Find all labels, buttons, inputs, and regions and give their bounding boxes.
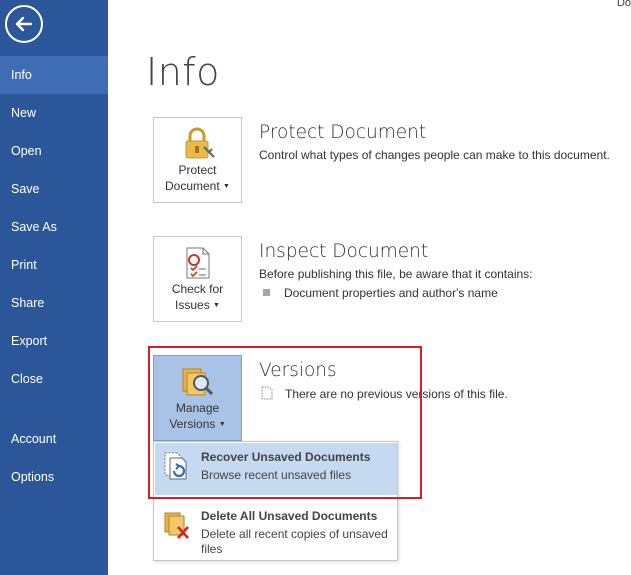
check-issues-label-line2: Issues [175, 298, 210, 312]
nav-share[interactable]: Share [0, 284, 108, 322]
inspect-bullet: Document properties and author's name [284, 286, 498, 300]
nav-new[interactable]: New [0, 94, 108, 132]
inspect-title: Inspect Document [259, 241, 429, 262]
nav-export[interactable]: Export [0, 322, 108, 360]
bullet-square-icon [263, 289, 270, 296]
nav-account[interactable]: Account [0, 420, 108, 458]
nav-open[interactable]: Open [0, 132, 108, 170]
nav-save-as[interactable]: Save As [0, 208, 108, 246]
check-issues-label-line1: Check for [171, 282, 224, 296]
dropdown-caret-icon: ▼ [223, 183, 230, 190]
window-title-fragment: Do [616, 0, 631, 9]
protect-button-label-line2: Document [165, 179, 220, 193]
backstage-sidebar: Info New Open Save Save As Print Share E… [0, 0, 108, 575]
nav-save[interactable]: Save [0, 170, 108, 208]
page-title: Info [146, 50, 220, 94]
nav-options[interactable]: Options [0, 458, 108, 496]
delete-item-description: Delete all recent copies of unsaved file… [201, 527, 388, 556]
lock-icon [185, 127, 215, 159]
protect-description: Control what types of changes people can… [259, 148, 610, 162]
delete-item-title: Delete All Unsaved Documents [201, 509, 378, 523]
dropdown-caret-icon: ▼ [213, 302, 220, 309]
annotation-highlight-box [148, 346, 422, 499]
delete-unsaved-documents-item[interactable]: Delete All Unsaved Documents Delete all … [155, 502, 397, 560]
nav-info[interactable]: Info [0, 56, 108, 94]
nav-close[interactable]: Close [0, 360, 108, 398]
check-for-issues-button[interactable]: Check for Issues ▼ [153, 236, 242, 322]
protect-title: Protect Document [259, 122, 427, 143]
inspect-description: Before publishing this file, be aware th… [259, 267, 533, 281]
protect-document-button[interactable]: Protect Document ▼ [153, 117, 242, 203]
protect-button-label-line1: Protect [178, 163, 217, 177]
delete-documents-icon [164, 512, 189, 539]
back-arrow-icon [15, 16, 33, 32]
back-button[interactable] [5, 5, 43, 43]
checklist-icon [186, 247, 210, 279]
nav-print[interactable]: Print [0, 246, 108, 284]
